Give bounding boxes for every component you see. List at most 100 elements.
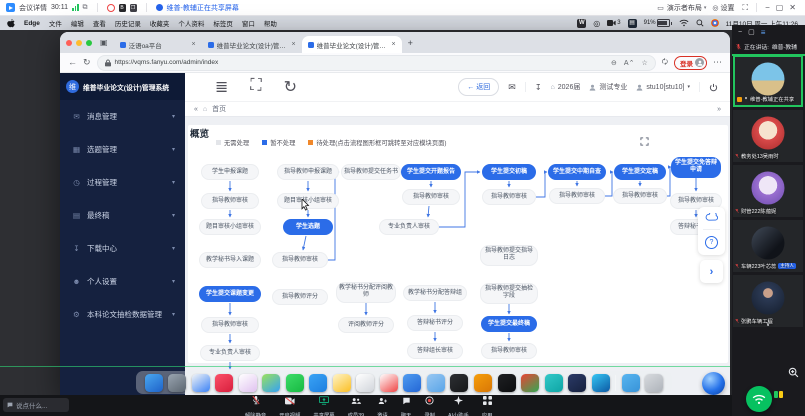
restore-button[interactable]: ▢ <box>773 3 787 12</box>
fullscreen-toggle-icon[interactable]: ⛶ <box>250 77 261 97</box>
flow-node-5[interactable]: 学生提交初稿 <box>482 164 536 180</box>
flow-node-2[interactable]: 指导教师申报课题 <box>277 164 339 180</box>
meeting-count-icon[interactable]: 3 <box>607 20 620 26</box>
browser-tab-1[interactable]: 泛语oa平台× <box>114 36 202 53</box>
tab-close-icon[interactable]: × <box>291 41 295 48</box>
flow-node-31[interactable]: 学生提交最终稿 <box>481 316 537 332</box>
popout-icon[interactable]: ⧉ <box>83 4 88 12</box>
sidebar-item-4[interactable]: ▤最终稿▾ <box>60 199 185 232</box>
dock-icon-notes[interactable] <box>333 374 351 392</box>
sidebar-item-6[interactable]: ☻个人设置▾ <box>60 265 185 298</box>
invite-button[interactable]: 邀请 <box>377 392 388 416</box>
flow-node-1[interactable]: 学生申报课题 <box>201 164 259 180</box>
flow-node-17[interactable]: 学生选题 <box>283 219 333 235</box>
flow-node-25[interactable]: 教学秘书分配评阅教师 <box>336 282 396 303</box>
help-widget[interactable]: ? <box>698 207 725 255</box>
dock-icon-reminders[interactable] <box>356 374 374 392</box>
ai-button[interactable]: AI小助手 <box>448 392 469 416</box>
chat-button[interactable]: 聊天 <box>401 392 412 416</box>
panel-list-icon[interactable]: ≡ <box>761 28 766 37</box>
dock-icon-terminal[interactable] <box>450 374 468 392</box>
menu-item-查看[interactable]: 查看 <box>93 18 106 28</box>
menu-item-帮助[interactable]: 帮助 <box>264 18 277 28</box>
tab-close-icon[interactable]: × <box>391 41 395 48</box>
sidebar-item-5[interactable]: ↧下载中心▾ <box>60 232 185 265</box>
flow-node-21[interactable]: 指导教师审核 <box>272 252 328 268</box>
share-button[interactable]: 共享屏幕 <box>313 392 334 416</box>
flow-node-6[interactable]: 学生提交中期自查 <box>548 164 606 180</box>
participant-tile-3[interactable]: 财管222陈蕴妮 <box>733 165 803 217</box>
flow-node-33[interactable]: 答辩组长审核 <box>407 343 463 359</box>
browser-tab-2[interactable]: 维普毕业论文(设计)管理系统× <box>202 36 302 53</box>
profile-login-button[interactable]: 登录 <box>674 56 707 70</box>
copilot-orb-icon[interactable] <box>702 372 725 395</box>
minimize-traffic-light[interactable] <box>76 40 82 46</box>
sidebar-item-1[interactable]: ✉消息管理▾ <box>60 100 185 133</box>
flow-node-27[interactable]: 指导教师提交抽检字段 <box>480 283 538 304</box>
participant-tile-4[interactable]: 车辆223叶芯蕊主持人 <box>733 220 803 272</box>
notes-status-icon[interactable]: ▤ <box>628 19 637 28</box>
flow-node-12[interactable]: 指导教师审核 <box>482 189 536 205</box>
settings-button[interactable]: 设置 <box>720 3 734 13</box>
minimize-button[interactable]: − <box>762 3 773 12</box>
back-icon[interactable]: ← <box>68 58 77 67</box>
dock-icon-music[interactable] <box>215 374 233 392</box>
dock-icon-office[interactable] <box>474 374 492 392</box>
flow-node-4[interactable]: 学生提交开题报告 <box>401 164 461 180</box>
magnifier-icon[interactable] <box>788 367 799 378</box>
network-assistant-icon[interactable] <box>746 386 772 412</box>
url-text[interactable]: https://vqms.fanyu.com/admin/index <box>115 59 219 66</box>
close-button[interactable]: ✕ <box>786 3 799 12</box>
cam-button[interactable]: 开启视频 <box>279 392 300 416</box>
dock-icon-safari[interactable] <box>192 374 210 392</box>
flow-node-14[interactable]: 指导教师审核 <box>613 188 667 204</box>
flow-node-30[interactable]: 答辩秘书评分 <box>407 315 463 331</box>
wifi-icon[interactable] <box>679 19 689 27</box>
w-app-icon[interactable]: W <box>577 19 586 28</box>
favorite-star-icon[interactable]: ☆ <box>641 59 647 67</box>
major-selector[interactable]: 测试专业 <box>589 82 627 92</box>
flow-node-11[interactable]: 指导教师审核 <box>402 189 460 205</box>
panel-layout-icon[interactable]: ▢ <box>748 28 755 36</box>
flow-node-28[interactable]: 指导教师审核 <box>201 317 259 333</box>
flow-node-3[interactable]: 指导教师提交任务书 <box>341 164 401 180</box>
mic-button[interactable]: 解除静音 <box>245 392 266 416</box>
collapse-menu-icon[interactable]: ≣ <box>215 77 228 97</box>
browser-status-icon[interactable] <box>711 19 719 27</box>
dock-icon-preview[interactable] <box>427 374 445 392</box>
tab-close-icon[interactable]: × <box>191 41 195 48</box>
menu-item-历史记录[interactable]: 历史记录 <box>115 18 141 28</box>
dock-icon-downloads-folder[interactable] <box>622 374 640 392</box>
apps-button[interactable]: 应用 <box>482 392 493 416</box>
dock-icon-edge[interactable] <box>592 374 610 392</box>
dock-icon-calendar[interactable] <box>380 374 398 392</box>
window-controls[interactable] <box>66 40 92 46</box>
flow-node-9[interactable]: 指导教师审核 <box>201 193 259 209</box>
participant-tile-5[interactable]: 张鹏车辆工程∨ <box>733 275 803 327</box>
download-icon[interactable]: ↧ <box>535 83 542 92</box>
windows-icon[interactable]: ❐ <box>130 4 137 12</box>
members-button[interactable]: 成员39 <box>348 392 365 416</box>
dock-icon-trash[interactable] <box>645 374 663 392</box>
menu-item-个人资料[interactable]: 个人资料 <box>178 18 204 28</box>
user-menu[interactable]: stu10[stu10]▾ <box>636 84 690 91</box>
fullscreen-icon[interactable]: ⛶ <box>739 3 751 13</box>
more-menu-icon[interactable]: ⋯ <box>713 58 722 67</box>
collapse-widget-button[interactable]: › <box>700 260 723 283</box>
flow-node-29[interactable]: 评阅教师评分 <box>338 317 394 333</box>
customer-service-icon[interactable] <box>705 213 718 222</box>
dock-icon-launchpad[interactable] <box>168 374 186 392</box>
read-aloud-icon[interactable]: A⌃ <box>624 59 635 67</box>
dock-icon-maps[interactable] <box>262 374 280 392</box>
tab-overview-icon[interactable]: ▣ <box>100 38 108 47</box>
menu-item-文件[interactable]: 文件 <box>49 18 62 28</box>
record-indicator-icon[interactable] <box>107 4 115 12</box>
menu-item-收藏夹[interactable]: 收藏夹 <box>150 18 170 28</box>
flow-node-34[interactable]: 指导教师审核 <box>481 343 537 359</box>
presenter-layout-button[interactable]: 演示者布局 <box>667 3 702 13</box>
record-button[interactable]: 录制 <box>424 392 435 416</box>
dock-icon-teams[interactable] <box>545 374 563 392</box>
sidebar-item-7[interactable]: ⚙本科论文抽检数据管理▾ <box>60 298 185 331</box>
flow-node-22[interactable]: 指导教师提交指导日志 <box>480 245 538 266</box>
collapse-breadcrumb-icon[interactable]: « <box>194 106 198 113</box>
